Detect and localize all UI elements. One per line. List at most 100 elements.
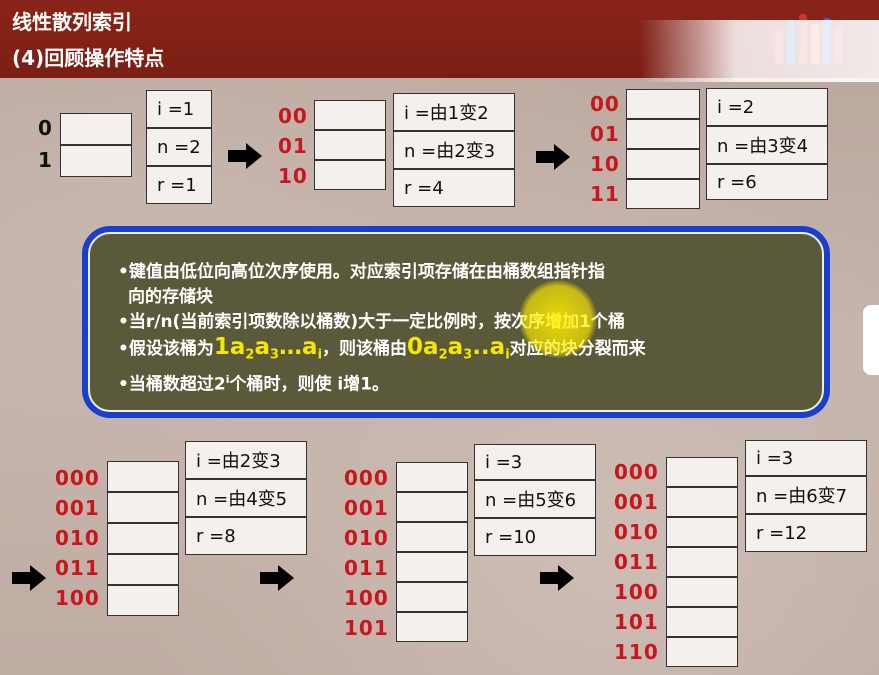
right-arrow-icon bbox=[12, 565, 46, 591]
bucket-cell bbox=[314, 160, 386, 190]
note-formula: a bbox=[447, 334, 464, 360]
bucket-cell bbox=[666, 457, 738, 487]
note-formula-sub: 3 bbox=[463, 347, 473, 363]
info-n: n =由6变7 bbox=[745, 476, 867, 514]
bucket-label: 010 bbox=[55, 526, 100, 550]
note-text: •假设该桶为 bbox=[118, 339, 214, 359]
bucket-cell bbox=[666, 547, 738, 577]
bucket-cell bbox=[626, 179, 700, 209]
note-line: •当桶数超过2i个桶时，则使 i增1。 bbox=[118, 367, 802, 398]
bucket-label: 001 bbox=[344, 496, 389, 520]
info-r: r =4 bbox=[393, 169, 515, 207]
note-line: •当r/n(当前索引项数除以桶数)大于一定比例时，按次序增加1个桶 bbox=[118, 312, 625, 332]
info-r: r =6 bbox=[706, 164, 828, 200]
note-line: •键值由低位向高位次序使用。对应索引项存储在由桶数组指针指 bbox=[118, 262, 605, 282]
bucket-cell bbox=[396, 492, 468, 522]
note-formula: 1a bbox=[213, 334, 246, 360]
note-text: •当桶数超过2 bbox=[118, 375, 226, 396]
bucket-label: 010 bbox=[344, 526, 389, 550]
bucket-cell bbox=[396, 612, 468, 642]
right-arrow-icon bbox=[260, 565, 294, 591]
watermark-blur bbox=[640, 20, 879, 82]
bucket-cell bbox=[107, 523, 179, 554]
info-r: r =1 bbox=[146, 166, 212, 204]
bucket-cell bbox=[666, 607, 738, 637]
bucket-label: 000 bbox=[344, 466, 389, 490]
bucket-cell bbox=[626, 149, 700, 179]
bucket-label: 000 bbox=[614, 460, 659, 484]
bucket-cell bbox=[666, 517, 738, 547]
info-i: i =由2变3 bbox=[185, 441, 307, 479]
right-arrow-icon bbox=[228, 143, 262, 169]
side-panel-toggle[interactable] bbox=[863, 305, 879, 375]
note-formula: …a bbox=[279, 334, 318, 360]
note-formula: a bbox=[254, 334, 270, 360]
bucket-cell bbox=[396, 522, 468, 552]
note-formula: 0a bbox=[407, 334, 439, 360]
info-n: n =由5变6 bbox=[474, 480, 596, 518]
bucket-label: 101 bbox=[344, 616, 389, 640]
info-n: n =2 bbox=[146, 128, 212, 166]
info-i: i =1 bbox=[146, 90, 212, 128]
bucket-label: 1 bbox=[38, 148, 52, 172]
note-line: 向的存储块 bbox=[128, 287, 213, 307]
bucket-cell bbox=[107, 492, 179, 523]
bucket-label: 001 bbox=[55, 496, 100, 520]
bucket-cell bbox=[107, 585, 179, 616]
info-n: n =由4变5 bbox=[185, 479, 307, 517]
note-formula-sub: 2 bbox=[438, 347, 448, 363]
bucket-label: 001 bbox=[614, 490, 659, 514]
bucket-cell bbox=[626, 89, 700, 119]
right-arrow-icon bbox=[540, 565, 574, 591]
bucket-cell bbox=[314, 130, 386, 160]
bucket-label: 01 bbox=[590, 122, 620, 146]
bucket-cell bbox=[666, 577, 738, 607]
info-i: i =3 bbox=[745, 440, 867, 476]
bucket-cell bbox=[107, 461, 179, 492]
info-r: r =10 bbox=[474, 518, 596, 556]
bucket-label: 11 bbox=[590, 182, 620, 206]
bucket-label: 100 bbox=[55, 586, 100, 610]
note-formula: ..a bbox=[472, 334, 506, 360]
info-i: i =由1变2 bbox=[393, 93, 515, 131]
bucket-label: 01 bbox=[278, 134, 308, 158]
info-n: n =由2变3 bbox=[393, 131, 515, 169]
bucket-label: 00 bbox=[590, 92, 620, 116]
bucket-cell bbox=[396, 462, 468, 492]
bucket-label: 011 bbox=[55, 556, 100, 580]
info-r: r =8 bbox=[185, 517, 307, 555]
bucket-cell bbox=[107, 554, 179, 585]
right-arrow-icon bbox=[536, 144, 570, 170]
note-text: 个桶时，则使 i增1。 bbox=[229, 375, 390, 396]
bucket-cell bbox=[396, 552, 468, 582]
bucket-label: 100 bbox=[614, 580, 659, 604]
bucket-cell bbox=[666, 637, 738, 667]
note-line: •假设该桶为1a2a3…ai，则该桶由0a2a3..ai对应的块分裂而来 bbox=[118, 335, 802, 367]
bucket-cell bbox=[314, 100, 386, 130]
bucket-label: 010 bbox=[614, 520, 659, 544]
notes-panel: •键值由低位向高位次序使用。对应索引项存储在由桶数组指针指 向的存储块 •当r/… bbox=[82, 226, 830, 418]
pointer-highlight bbox=[519, 280, 597, 358]
bucket-label: 10 bbox=[590, 152, 620, 176]
note-formula-sub: 3 bbox=[269, 347, 280, 363]
info-n: n =由3变4 bbox=[706, 126, 828, 164]
page-subtitle: (4)回顾操作特点 bbox=[12, 46, 165, 70]
bucket-label: 100 bbox=[344, 586, 389, 610]
bucket-label: 0 bbox=[38, 116, 52, 140]
bucket-label: 101 bbox=[614, 610, 659, 634]
note-text: ，则该桶由 bbox=[322, 339, 408, 359]
bucket-label: 000 bbox=[55, 466, 100, 490]
bucket-label: 110 bbox=[614, 640, 659, 664]
bucket-label: 011 bbox=[614, 550, 659, 574]
bucket-label: 00 bbox=[278, 104, 308, 128]
bucket-cell bbox=[60, 145, 132, 177]
bucket-cell bbox=[666, 487, 738, 517]
page-title: 线性散列索引 bbox=[12, 10, 132, 34]
bucket-label: 10 bbox=[278, 164, 308, 188]
bucket-label: 011 bbox=[344, 556, 389, 580]
info-i: i =2 bbox=[706, 88, 828, 126]
bucket-cell bbox=[60, 113, 132, 145]
bucket-cell bbox=[626, 119, 700, 149]
info-i: i =3 bbox=[474, 444, 596, 480]
bucket-cell bbox=[396, 582, 468, 612]
